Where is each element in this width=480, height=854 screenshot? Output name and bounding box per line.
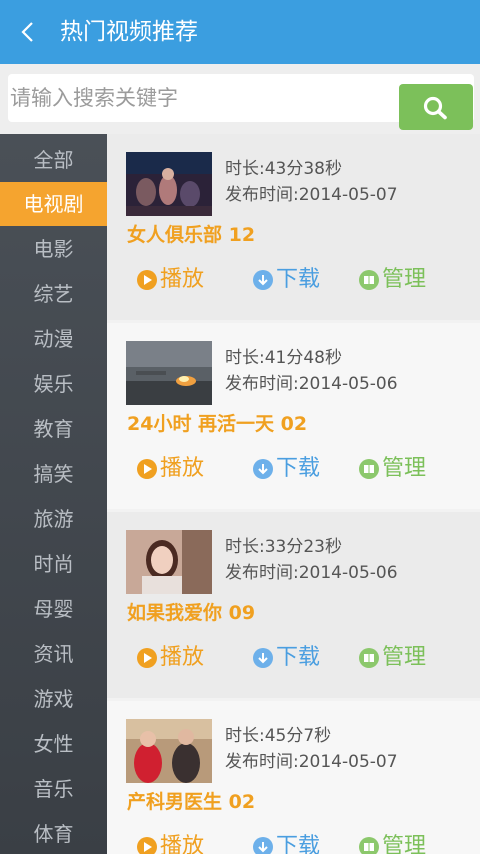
sidebar-item-news[interactable]: 资讯 — [0, 632, 107, 676]
video-thumbnail[interactable] — [126, 152, 212, 216]
book-icon — [359, 837, 379, 854]
video-card[interactable]: 时长:41分48秒 发布时间:2014-05-06 24小时 再活一天 02 播… — [107, 323, 480, 509]
sidebar-item-movie[interactable]: 电影 — [0, 227, 107, 271]
sidebar-item-entertainment[interactable]: 娱乐 — [0, 362, 107, 406]
video-list: 时长:43分38秒 发布时间:2014-05-07 女人俱乐部 12 播放 下载… — [107, 134, 480, 854]
play-icon — [137, 648, 157, 668]
download-icon — [253, 648, 273, 668]
category-sidebar: 全部 电视剧 电影 综艺 动漫 娱乐 教育 搞笑 旅游 时尚 母婴 资讯 游戏 … — [0, 134, 107, 854]
sidebar-item-anime[interactable]: 动漫 — [0, 317, 107, 361]
search-bar — [0, 64, 480, 134]
video-card[interactable]: 时长:33分23秒 发布时间:2014-05-06 如果我爱你 09 播放 下载… — [107, 512, 480, 698]
video-duration: 时长:43分38秒 — [225, 159, 342, 179]
book-icon — [359, 270, 379, 290]
play-icon — [137, 459, 157, 479]
download-icon — [253, 270, 273, 290]
video-title[interactable]: 女人俱乐部 12 — [127, 220, 255, 247]
search-button[interactable] — [399, 84, 473, 130]
sidebar-item-music[interactable]: 音乐 — [0, 767, 107, 811]
sidebar-item-games[interactable]: 游戏 — [0, 677, 107, 721]
play-icon — [137, 837, 157, 854]
sidebar-item-variety[interactable]: 综艺 — [0, 272, 107, 316]
video-publish-date: 发布时间:2014-05-07 — [225, 185, 398, 205]
video-card[interactable]: 时长:45分7秒 发布时间:2014-05-07 产科男医生 02 播放 下载 … — [107, 701, 480, 854]
sidebar-item-comedy[interactable]: 搞笑 — [0, 452, 107, 496]
video-card[interactable]: 时长:43分38秒 发布时间:2014-05-07 女人俱乐部 12 播放 下载… — [107, 134, 480, 320]
sidebar-item-sports[interactable]: 体育 — [0, 812, 107, 854]
video-title[interactable]: 产科男医生 02 — [127, 787, 255, 814]
play-icon — [137, 270, 157, 290]
book-icon — [359, 459, 379, 479]
book-icon — [359, 648, 379, 668]
sidebar-item-parenting[interactable]: 母婴 — [0, 587, 107, 631]
page-title: 热门视频推荐 — [60, 19, 198, 45]
search-box — [8, 74, 474, 130]
download-icon — [253, 837, 273, 854]
sidebar-item-education[interactable]: 教育 — [0, 407, 107, 451]
sidebar-item-travel[interactable]: 旅游 — [0, 497, 107, 541]
sidebar-item-women[interactable]: 女性 — [0, 722, 107, 766]
video-thumbnail[interactable] — [126, 719, 212, 783]
video-duration: 时长:41分48秒 — [225, 348, 342, 368]
video-title[interactable]: 24小时 再活一天 02 — [127, 409, 307, 436]
top-bar: 热门视频推荐 — [0, 0, 480, 64]
video-duration: 时长:45分7秒 — [225, 726, 332, 746]
video-thumbnail[interactable] — [126, 341, 212, 405]
sidebar-item-all[interactable]: 全部 — [0, 138, 107, 182]
video-publish-date: 发布时间:2014-05-06 — [225, 563, 398, 583]
video-publish-date: 发布时间:2014-05-07 — [225, 752, 398, 772]
download-icon — [253, 459, 273, 479]
video-thumbnail[interactable] — [126, 530, 212, 594]
video-title[interactable]: 如果我爱你 09 — [127, 598, 255, 625]
search-icon — [423, 96, 447, 120]
back-icon[interactable] — [16, 16, 42, 48]
sidebar-item-fashion[interactable]: 时尚 — [0, 542, 107, 586]
video-duration: 时长:33分23秒 — [225, 537, 342, 557]
video-publish-date: 发布时间:2014-05-06 — [225, 374, 398, 394]
search-input[interactable] — [8, 74, 400, 122]
sidebar-item-tv-series[interactable]: 电视剧 — [0, 182, 107, 226]
